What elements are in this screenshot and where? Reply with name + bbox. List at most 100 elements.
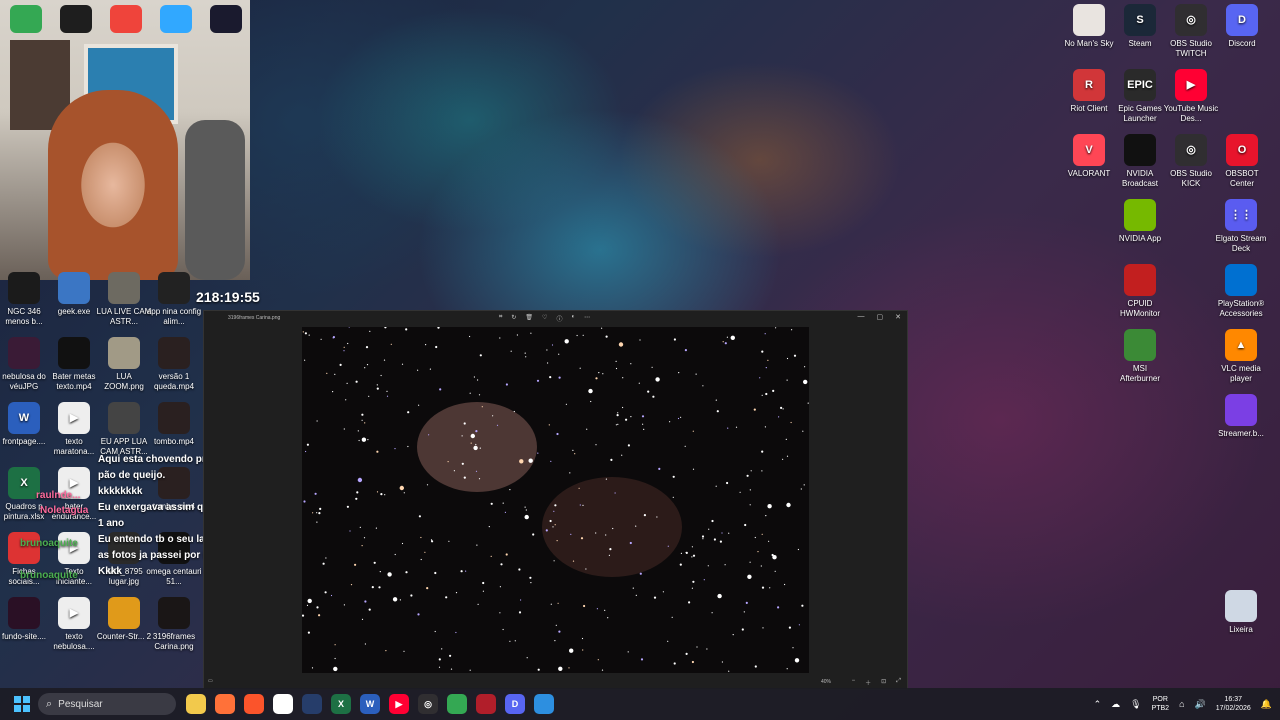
desktop_right-desktop-icon[interactable]: Streamer.b... bbox=[1213, 394, 1269, 439]
star bbox=[455, 631, 457, 634]
desktop_left-desktop-icon[interactable]: ▶ texto nebulosa.... bbox=[46, 597, 102, 652]
filmstrip-icon[interactable]: ▭ bbox=[208, 678, 213, 684]
desktop_right-desktop-icon[interactable]: MSI Afterburner bbox=[1112, 329, 1168, 384]
delete-icon[interactable]: 🗑 bbox=[525, 314, 533, 323]
file-explorer-taskbar-icon[interactable] bbox=[186, 694, 206, 714]
chevron-up-icon[interactable]: ⌃ bbox=[1094, 699, 1102, 710]
fit-icon[interactable]: ⊡ bbox=[881, 678, 886, 687]
favorite-icon[interactable]: ♡ bbox=[542, 314, 547, 323]
desktop_left-desktop-icon[interactable]: 3196frames Carina.png bbox=[146, 597, 202, 652]
pipp-icon[interactable] bbox=[60, 5, 92, 33]
desktop_left-desktop-icon[interactable]: EU APP LUA CAM ASTR... bbox=[96, 402, 152, 457]
volume-icon[interactable]: 🔊 bbox=[1195, 699, 1206, 710]
star bbox=[386, 395, 389, 397]
desktop_right-desktop-icon[interactable]: Lixeira bbox=[1213, 590, 1269, 635]
excel-taskbar-icon[interactable]: X bbox=[331, 694, 351, 714]
desktop_left-desktop-icon[interactable]: LUA ZOOM.png bbox=[96, 337, 152, 392]
desktop_left-desktop-icon[interactable]: versão 1 queda.mp4 bbox=[146, 337, 202, 392]
star bbox=[405, 571, 408, 574]
photos-taskbar-icon[interactable] bbox=[534, 694, 554, 714]
anydesk-icon[interactable] bbox=[110, 5, 142, 33]
chrome-2-taskbar-icon[interactable] bbox=[447, 694, 467, 714]
app-icon: V bbox=[1073, 134, 1105, 166]
stream-timer: 218:19:55 bbox=[196, 289, 260, 305]
desktop_left-desktop-icon[interactable]: tombo.mp4 bbox=[146, 402, 202, 447]
taskbar-clock[interactable]: 16:37 17/02/2026 bbox=[1216, 695, 1251, 713]
star bbox=[469, 392, 471, 394]
more-icon[interactable]: ⋯ bbox=[584, 314, 590, 323]
language-indicator[interactable]: POR PTB2 bbox=[1152, 695, 1170, 713]
star bbox=[685, 652, 688, 655]
desktop_right-desktop-icon[interactable]: ▲ VLC media player bbox=[1213, 329, 1269, 384]
app-icon bbox=[108, 402, 140, 434]
zoom-in-icon[interactable]: ＋ bbox=[865, 678, 871, 687]
adjust-icon[interactable]: ◐ bbox=[571, 314, 575, 323]
desktop_right-desktop-icon[interactable]: D Discord bbox=[1214, 4, 1270, 49]
star bbox=[757, 551, 759, 553]
desktop_left-desktop-icon[interactable]: Bater metas texto.mp4 bbox=[46, 337, 102, 392]
desktop_left-desktop-icon[interactable]: Counter-Str... 2 bbox=[96, 597, 152, 642]
crop-icon[interactable]: ⌗ bbox=[499, 314, 502, 323]
desktop_right-desktop-icon[interactable]: PlayStation® Accessories bbox=[1213, 264, 1269, 319]
desktop_left-desktop-icon[interactable]: NGC 346 menos b... bbox=[0, 272, 52, 327]
app-icon bbox=[1073, 4, 1105, 36]
photo-viewer-window[interactable]: 3196frames Carina.png ⌗ ↻ 🗑 ♡ ⓘ ◐ ⋯ — ▢ ✕ ▭ 40… bbox=[203, 310, 908, 690]
desktop_left-desktop-icon[interactable]: app nina config alim... bbox=[146, 272, 202, 327]
desktop_left-desktop-icon[interactable]: fundo-site.... bbox=[0, 597, 52, 642]
astro-photo-icon[interactable] bbox=[210, 5, 242, 33]
onedrive-icon[interactable]: ☁ bbox=[1111, 699, 1120, 710]
desktop_right-desktop-icon[interactable]: No Man's Sky bbox=[1061, 4, 1117, 49]
desktop_right-desktop-icon[interactable]: CPUID HWMonitor bbox=[1112, 264, 1168, 319]
desktop_left-desktop-icon[interactable]: Wfrontpage.... bbox=[0, 402, 52, 447]
rotate-icon[interactable]: ↻ bbox=[511, 314, 516, 323]
desktop_right-desktop-icon[interactable]: ◎ OBS Studio TWITCH bbox=[1163, 4, 1219, 59]
star bbox=[368, 395, 370, 397]
maximize-button[interactable]: ▢ bbox=[877, 313, 884, 321]
word-taskbar-icon[interactable]: W bbox=[360, 694, 380, 714]
star bbox=[334, 373, 336, 375]
desktop_left-desktop-icon[interactable]: geek.exe bbox=[46, 272, 102, 317]
star bbox=[638, 382, 640, 384]
chrome-icon[interactable] bbox=[10, 5, 42, 33]
desktop_right-desktop-icon[interactable]: NVIDIA Broadcast bbox=[1112, 134, 1168, 189]
star bbox=[490, 502, 493, 505]
desktop_right-desktop-icon[interactable]: ▶ YouTube Music Des... bbox=[1163, 69, 1219, 124]
windows-start-button[interactable] bbox=[14, 696, 30, 712]
youtube-music-taskbar-icon[interactable]: ▶ bbox=[389, 694, 409, 714]
app-blue-taskbar-icon[interactable] bbox=[302, 694, 322, 714]
desktop_right-desktop-icon[interactable]: R Riot Client bbox=[1061, 69, 1117, 114]
desktop_right-desktop-icon[interactable]: EPIC Epic Games Launcher bbox=[1112, 69, 1168, 124]
network-icon[interactable]: ⌂ bbox=[1179, 699, 1184, 709]
minimize-button[interactable]: — bbox=[858, 313, 865, 321]
brave-taskbar-icon[interactable] bbox=[244, 694, 264, 714]
desktop-icon-label: Epic Games Launcher bbox=[1118, 104, 1162, 123]
zoom-out-icon[interactable]: − bbox=[852, 678, 856, 687]
star bbox=[510, 350, 512, 352]
star bbox=[605, 534, 607, 536]
obs-taskbar-icon[interactable]: ◎ bbox=[418, 694, 438, 714]
fullscreen-icon[interactable]: ⤢ bbox=[896, 678, 901, 687]
info-icon[interactable]: ⓘ bbox=[556, 314, 562, 323]
desktop_right-desktop-icon[interactable]: NVIDIA App bbox=[1112, 199, 1168, 244]
star bbox=[324, 591, 327, 594]
firefox-taskbar-icon[interactable] bbox=[215, 694, 235, 714]
app-red-taskbar-icon[interactable] bbox=[476, 694, 496, 714]
desktop_right-desktop-icon[interactable]: V VALORANT bbox=[1061, 134, 1117, 179]
microphone-icon[interactable]: 🎙 bbox=[1130, 699, 1141, 710]
desktop_right-desktop-icon[interactable]: ⋮⋮ Elgato Stream Deck bbox=[1213, 199, 1269, 254]
star bbox=[386, 390, 388, 392]
notification-bell-icon[interactable]: 🔔 bbox=[1261, 699, 1272, 710]
discord-taskbar-icon[interactable]: D bbox=[505, 694, 525, 714]
close-button[interactable]: ✕ bbox=[895, 313, 901, 321]
desktop_right-desktop-icon[interactable]: S Steam bbox=[1112, 4, 1168, 49]
desktop_left-desktop-icon[interactable]: nebulosa do véuJPG bbox=[0, 337, 52, 392]
taskbar-search[interactable]: ⌕ Pesquisar bbox=[38, 693, 176, 715]
carina-nebula-photo bbox=[302, 327, 809, 673]
chrome-taskbar-icon[interactable] bbox=[273, 694, 293, 714]
desktop_left-desktop-icon[interactable]: ▶ texto maratona... bbox=[46, 402, 102, 457]
photoshop-icon[interactable] bbox=[160, 5, 192, 33]
desktop_right-desktop-icon[interactable]: O OBSBOT Center bbox=[1214, 134, 1270, 189]
desktop_left-desktop-icon[interactable]: LUA LIVE CAM ASTR... bbox=[96, 272, 152, 327]
search-icon: ⌕ bbox=[46, 697, 53, 710]
desktop_right-desktop-icon[interactable]: ◎ OBS Studio KICK bbox=[1163, 134, 1219, 189]
